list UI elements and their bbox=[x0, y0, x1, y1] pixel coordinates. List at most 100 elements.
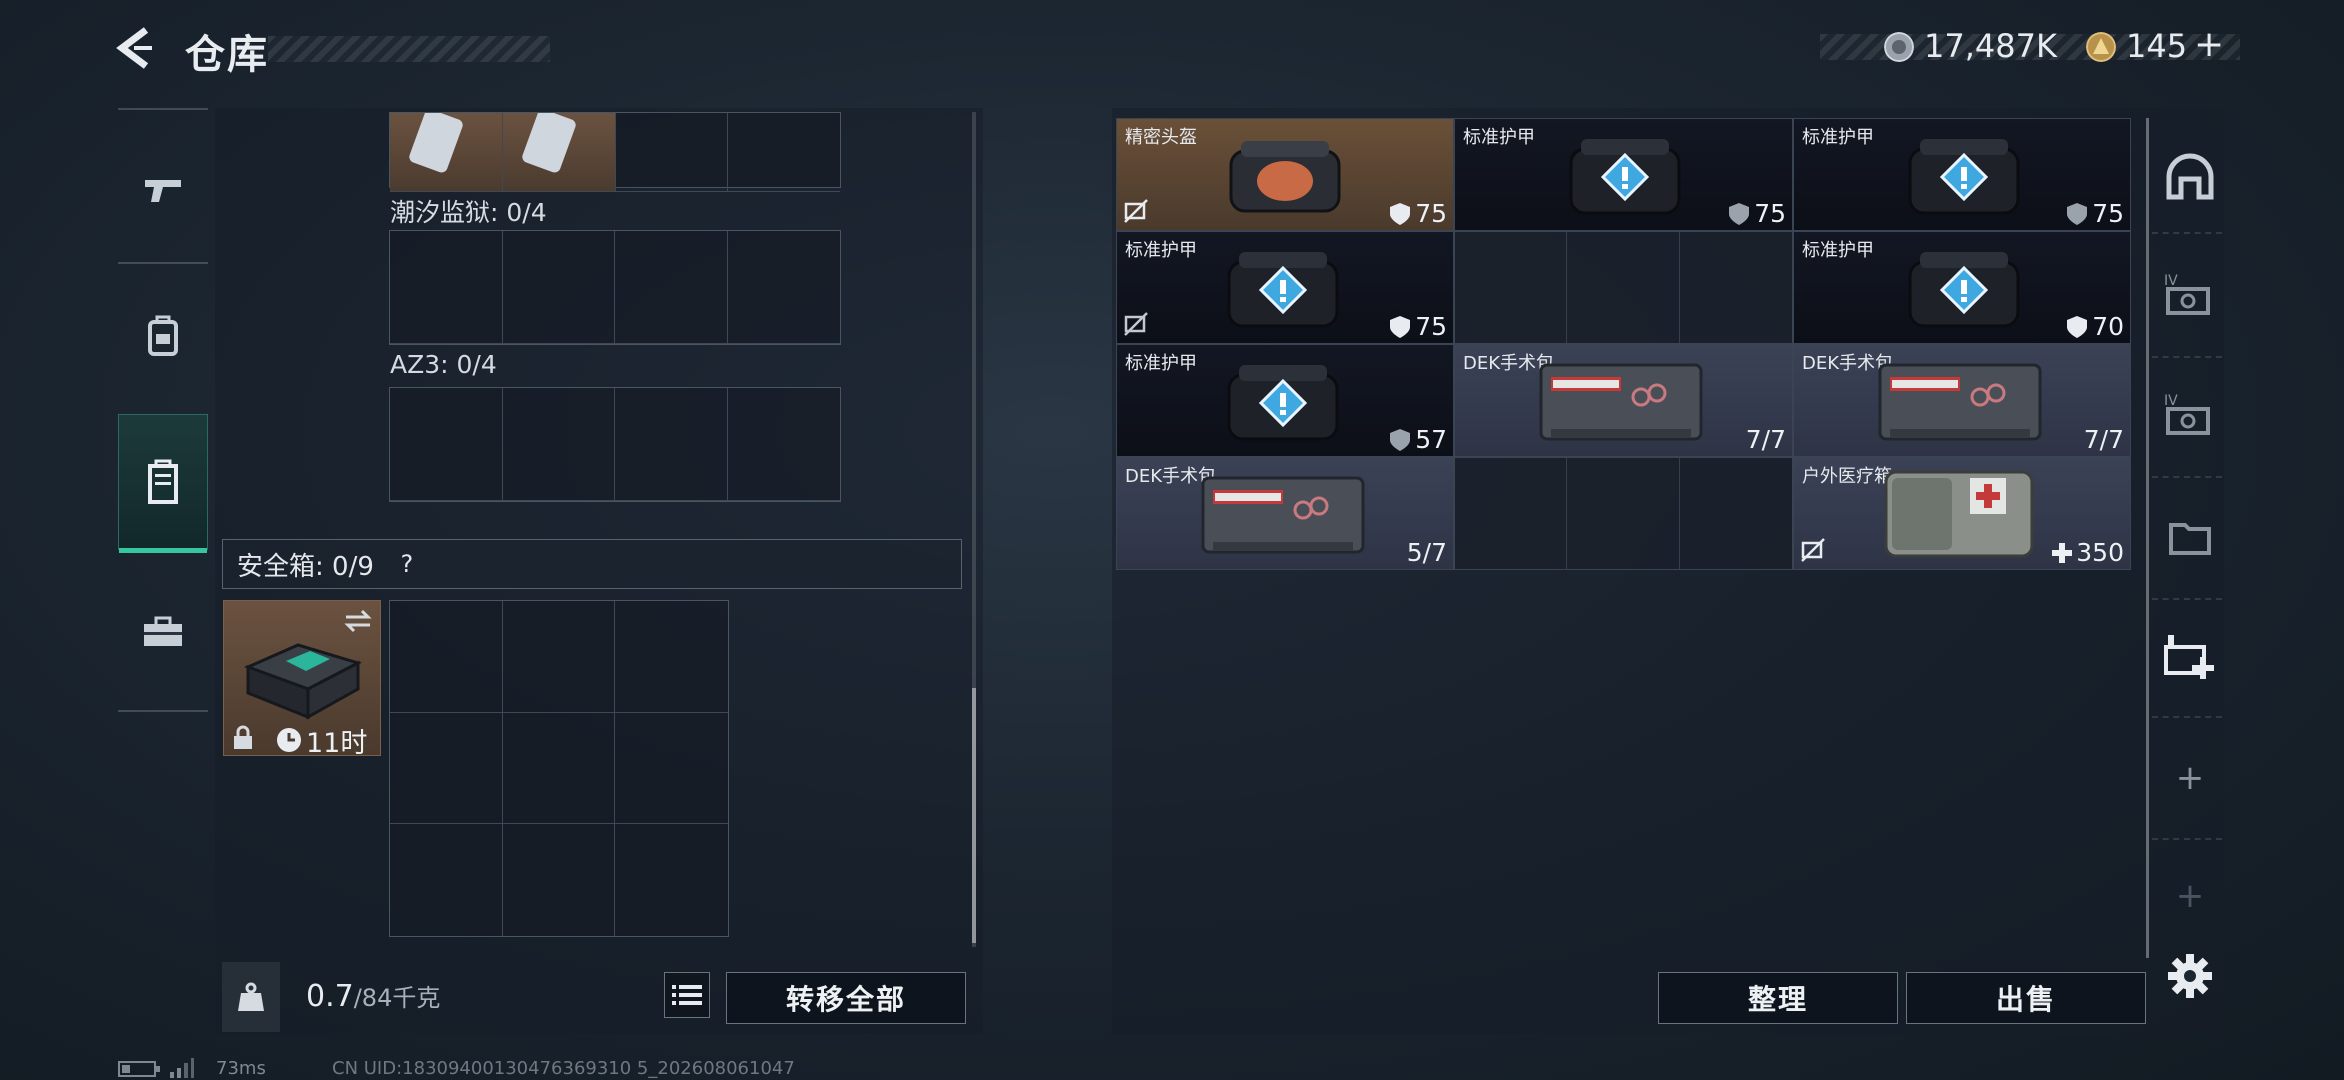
stash-tab-1[interactable] bbox=[2162, 150, 2218, 206]
side-divider bbox=[2152, 598, 2222, 600]
item-durability: 75 bbox=[1389, 312, 1447, 341]
stash-item-outdoor-medkit[interactable]: 户外医疗箱 350 bbox=[1793, 457, 2131, 570]
stash-item-dek-surgical-kit[interactable]: DEK手术包 5/7 bbox=[1116, 457, 1454, 570]
safe-box-grid[interactable] bbox=[389, 600, 729, 937]
shield-icon bbox=[1390, 315, 1411, 338]
stash-box-iv-icon: IV bbox=[2164, 273, 2210, 315]
stash-box-iv-icon: IV bbox=[2164, 393, 2210, 435]
title-decoration bbox=[268, 36, 550, 62]
shield-icon bbox=[1390, 428, 1411, 451]
scrollbar-thumb[interactable] bbox=[972, 688, 976, 943]
stash-tab-2[interactable]: IV bbox=[2162, 266, 2218, 322]
svg-text:IV: IV bbox=[2164, 273, 2178, 289]
stash-dome-icon bbox=[2166, 153, 2214, 200]
stash-tab-4[interactable] bbox=[2162, 508, 2218, 564]
plus-icon bbox=[2052, 542, 2073, 563]
item-stack-count: 5/7 bbox=[1406, 538, 1447, 567]
uid-readout: CN UID:18309400130476369310 5_2026080610… bbox=[332, 1058, 795, 1079]
nav-toolbox[interactable] bbox=[118, 564, 208, 700]
safe-box-timer: 11时 bbox=[306, 728, 368, 759]
secure-container-icon bbox=[243, 643, 362, 720]
add-currency-button[interactable]: + bbox=[2194, 24, 2224, 65]
durability-value: 75 bbox=[1415, 312, 1447, 341]
nav-warehouse[interactable] bbox=[118, 414, 208, 553]
keycard-icon bbox=[522, 109, 576, 173]
armor-icon bbox=[1227, 252, 1339, 328]
safe-box-label: 安全箱: 0/9 bbox=[237, 551, 374, 582]
empty-stash-slot[interactable] bbox=[1454, 231, 1793, 344]
svg-text:IV: IV bbox=[2164, 393, 2178, 409]
surgical-kit-icon bbox=[1878, 363, 2042, 441]
add-stash-button[interactable] bbox=[2162, 628, 2218, 684]
stash-item-standard-armor[interactable]: 标准护甲 57 bbox=[1116, 344, 1454, 457]
gold-coin-icon bbox=[2086, 32, 2116, 62]
shield-icon bbox=[1390, 202, 1411, 225]
az3-slot-grid[interactable] bbox=[389, 387, 841, 502]
weight-readout: 0.7/84千克 bbox=[306, 978, 440, 1014]
nav-equipment[interactable] bbox=[118, 268, 208, 404]
nav-divider bbox=[118, 710, 208, 712]
item-stack-count: 7/7 bbox=[1745, 425, 1786, 454]
empty-stash-slot[interactable] bbox=[1454, 457, 1793, 570]
back-arrow-icon[interactable] bbox=[112, 24, 160, 72]
organize-button[interactable]: 整理 bbox=[1658, 972, 1898, 1024]
durability-value: 70 bbox=[2092, 312, 2124, 341]
shield-icon bbox=[1729, 202, 1750, 225]
add-tab-button[interactable]: + bbox=[2162, 750, 2218, 806]
stash-item-standard-armor[interactable]: 标准护甲 75 bbox=[1454, 118, 1793, 231]
sell-button[interactable]: 出售 bbox=[1906, 972, 2146, 1024]
settings-button[interactable] bbox=[2162, 948, 2218, 1004]
keycard-item[interactable] bbox=[390, 109, 503, 192]
no-trade-icon bbox=[1124, 199, 1148, 223]
slot-label-az3: AZ3: 0/4 bbox=[390, 350, 497, 379]
nav-divider bbox=[118, 108, 208, 110]
stash-scrollbar[interactable] bbox=[2146, 118, 2149, 958]
pistol-icon bbox=[145, 180, 181, 202]
stash-item-standard-armor[interactable]: 标准护甲 75 bbox=[1116, 231, 1454, 344]
stash-tab-3[interactable]: IV bbox=[2162, 386, 2218, 442]
item-heal-amount: 350 bbox=[2052, 538, 2124, 567]
weight-max: /84千克 bbox=[353, 984, 441, 1012]
armor-icon bbox=[1908, 139, 2020, 215]
transfer-all-button[interactable]: 转移全部 bbox=[726, 972, 966, 1024]
silver-coin-icon bbox=[1884, 32, 1914, 62]
safe-box-icon bbox=[148, 459, 178, 504]
helmet-bag-icon bbox=[1229, 141, 1341, 213]
safe-box-header: 安全箱: 0/9 ? bbox=[222, 539, 962, 589]
side-divider bbox=[2152, 232, 2222, 234]
item-name: 标准护甲 bbox=[1125, 240, 1197, 261]
list-view-button[interactable] bbox=[664, 972, 710, 1018]
ping-readout: 73ms bbox=[216, 1058, 266, 1079]
nav-weapons[interactable] bbox=[118, 122, 208, 258]
medkit-icon bbox=[1884, 470, 2034, 558]
stash-item-standard-armor[interactable]: 标准护甲 75 bbox=[1793, 118, 2131, 231]
item-durability: 75 bbox=[1389, 199, 1447, 228]
item-stack-count: 7/7 bbox=[2083, 425, 2124, 454]
item-durability: 57 bbox=[1389, 425, 1447, 454]
currency-gold-amount: 145 bbox=[2126, 27, 2188, 65]
safe-box-item[interactable]: 11时 bbox=[223, 600, 381, 759]
keycard-item[interactable] bbox=[503, 109, 616, 192]
item-name: 标准护甲 bbox=[1802, 127, 1874, 148]
side-divider bbox=[2152, 356, 2222, 358]
briefcase-icon bbox=[144, 616, 182, 646]
armor-icon bbox=[1227, 365, 1339, 441]
slot-label-tidal-prison: 潮汐监狱: 0/4 bbox=[390, 198, 547, 227]
heal-value: 350 bbox=[2076, 538, 2124, 567]
stash-item-dek-surgical-kit[interactable]: DEK手术包 7/7 bbox=[1793, 344, 2131, 457]
tidal-prison-slot-grid[interactable] bbox=[389, 230, 841, 345]
page-title: 仓库 bbox=[185, 32, 269, 78]
item-durability: 70 bbox=[2066, 312, 2124, 341]
item-durability: 75 bbox=[2066, 199, 2124, 228]
stash-item-precision-helmet[interactable]: 精密头盔 75 bbox=[1116, 118, 1454, 231]
stash-item-dek-surgical-kit[interactable]: DEK手术包 7/7 bbox=[1454, 344, 1793, 457]
durability-value: 75 bbox=[2092, 199, 2124, 228]
stash-item-standard-armor[interactable]: 标准护甲 70 bbox=[1793, 231, 2131, 344]
side-divider bbox=[2152, 716, 2222, 718]
no-trade-icon bbox=[1801, 538, 1825, 562]
gear-icon bbox=[2168, 954, 2212, 998]
armor-icon bbox=[1908, 252, 2020, 328]
surgical-kit-icon bbox=[1539, 363, 1703, 441]
no-trade-icon bbox=[1124, 312, 1148, 336]
help-button[interactable]: ? bbox=[392, 549, 422, 579]
